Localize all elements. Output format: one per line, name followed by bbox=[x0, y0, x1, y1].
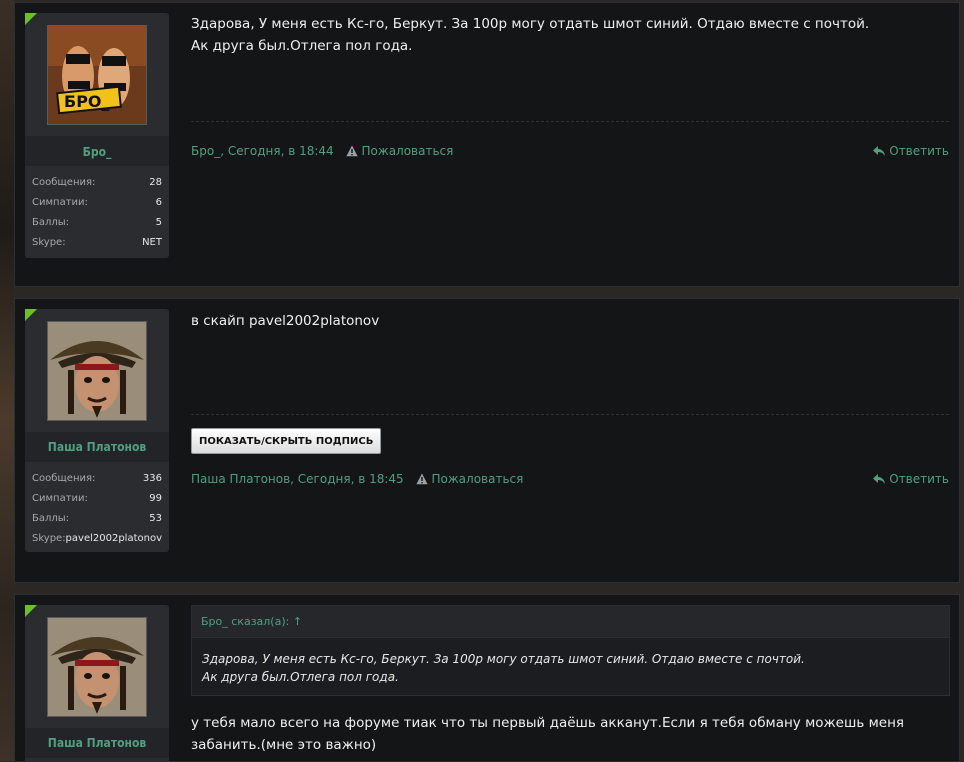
author-time-link[interactable]: Бро_, Сегодня, в 18:44 bbox=[191, 144, 334, 158]
user-stats: Сообщения: 336 Симпатии: 99 Баллы: 53 Skype… bbox=[25, 469, 169, 549]
message-line: забанить.(мне это важно) bbox=[191, 737, 377, 753]
stat-messages: Сообщения: 336 bbox=[32, 473, 162, 484]
avatar-image bbox=[48, 618, 146, 716]
reply-arrow-icon bbox=[873, 474, 886, 484]
post-3: Паша Платонов Бро_ сказал(а): ↑ Здарова,… bbox=[14, 594, 960, 762]
separator bbox=[191, 414, 949, 415]
username[interactable]: Паша Платонов bbox=[25, 440, 169, 454]
message-body: у тебя мало всего на форуме тиак что ты … bbox=[191, 712, 904, 756]
corner-ribbon bbox=[25, 13, 37, 25]
quote-line: Здарова, У меня есть Кс-го, Беркут. За 1… bbox=[202, 652, 805, 666]
quote-header bbox=[192, 606, 949, 638]
stat-likes: Симпатии: 6 bbox=[32, 197, 162, 208]
user-info-panel: Паша Платонов Сообщения: 336 Симпатии: 99 … bbox=[25, 309, 169, 552]
avatar-image bbox=[48, 322, 146, 420]
reply-button[interactable]: Ответить bbox=[873, 472, 949, 486]
username[interactable]: Паша Платонов bbox=[25, 736, 169, 750]
quote-block: Бро_ сказал(а): ↑ Здарова, У меня есть К… bbox=[191, 605, 950, 696]
quote-line: Ак друга был.Отлега пол года. bbox=[202, 670, 399, 684]
reply-arrow-icon bbox=[873, 146, 886, 156]
post-1: БРО_ Бро_ Сообщения: 28 Симпатии: 6 Баллы:… bbox=[14, 2, 960, 287]
avatar[interactable]: БРО_ bbox=[47, 25, 147, 125]
user-info-panel: Паша Платонов bbox=[25, 605, 169, 762]
background-texture bbox=[0, 0, 14, 761]
avatar-image: БРО_ bbox=[48, 26, 146, 124]
reply-button[interactable]: Ответить bbox=[873, 144, 949, 158]
stat-messages: Сообщения: 28 bbox=[32, 177, 162, 188]
user-stats: Сообщения: 28 Симпатии: 6 Баллы: 5 Skype: NE… bbox=[25, 173, 169, 253]
stat-points: Баллы: 5 bbox=[32, 217, 162, 228]
username[interactable]: Бро_ bbox=[25, 145, 169, 159]
message-line: Здарова, У меня есть Кс-го, Беркут. За 1… bbox=[191, 16, 870, 32]
stat-likes: Симпатии: 99 bbox=[32, 493, 162, 504]
separator bbox=[191, 121, 949, 122]
report-link[interactable]: Пожаловаться bbox=[345, 144, 453, 158]
stat-points: Баллы: 53 bbox=[32, 513, 162, 524]
post-meta: Паша Платонов, Сегодня, в 18:45 Пожалова… bbox=[191, 472, 523, 486]
toggle-signature-button[interactable]: ПОКАЗАТЬ/СКРЫТЬ ПОДПИСЬ bbox=[191, 428, 382, 454]
stat-skype: Skype: pavel2002platonov bbox=[32, 533, 162, 544]
message-line: в скайп pavel2002platonov bbox=[191, 313, 380, 329]
user-info-panel: БРО_ Бро_ Сообщения: 28 Симпатии: 6 Баллы:… bbox=[25, 13, 169, 258]
post-2: Паша Платонов Сообщения: 336 Симпатии: 99 … bbox=[14, 298, 960, 583]
warning-icon bbox=[345, 145, 358, 157]
author-time-link[interactable]: Паша Платонов, Сегодня, в 18:45 bbox=[191, 472, 404, 486]
corner-ribbon bbox=[25, 309, 37, 321]
stat-skype: Skype: NET bbox=[32, 237, 162, 248]
avatar-label: БРО_ bbox=[64, 92, 110, 111]
quote-body: Здарова, У меня есть Кс-го, Беркут. За 1… bbox=[202, 650, 805, 686]
message-body: в скайп pavel2002platonov bbox=[191, 310, 379, 332]
message-line: у тебя мало всего на форуме тиак что ты … bbox=[191, 715, 905, 731]
report-link[interactable]: Пожаловаться bbox=[415, 472, 523, 486]
warning-icon bbox=[415, 473, 428, 485]
avatar[interactable] bbox=[47, 321, 147, 421]
post-meta: Бро_, Сегодня, в 18:44 Пожаловаться bbox=[191, 144, 453, 158]
avatar[interactable] bbox=[47, 617, 147, 717]
message-line: Ак друга был.Отлега пол года. bbox=[191, 38, 413, 54]
quote-author-link[interactable]: Бро_ сказал(а): ↑ bbox=[201, 615, 302, 628]
message-body: Здарова, У меня есть Кс-го, Беркут. За 1… bbox=[191, 13, 869, 57]
corner-ribbon bbox=[25, 605, 37, 617]
